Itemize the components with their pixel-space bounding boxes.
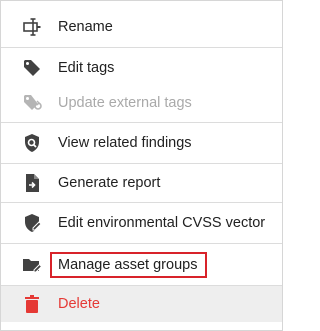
menu-item-label: Delete [58,296,100,312]
menu-item-generate-report[interactable]: Generate report [1,164,282,202]
menu-item-label: Edit tags [58,60,115,76]
menu-item-view-related-findings[interactable]: View related findings [1,123,282,163]
menu-item-label: Generate report [58,175,161,191]
menu-item-edit-environmental-cvss-vector[interactable]: Edit environmental CVSS vector [1,203,282,243]
menu-item-rename[interactable]: Rename [1,7,282,47]
shield-search-icon [22,133,42,153]
trash-icon [22,294,42,314]
menu-item-label: Edit environmental CVSS vector [58,215,266,231]
rename-icon [22,17,42,37]
menu-item-label: Update external tags [58,95,192,111]
menu-item-delete[interactable]: Delete [1,286,282,322]
tag-sync-icon [22,93,42,113]
tag-icon [22,58,42,78]
report-icon [22,173,42,193]
menu-item-label: View related findings [58,135,192,151]
menu-item-update-external-tags[interactable]: Update external tags [1,85,282,121]
menu-item-edit-tags[interactable]: Edit tags [1,48,282,88]
divider [1,243,282,244]
context-menu: Rename Edit tags Update external tags Vi… [0,0,283,331]
folder-edit-icon [22,255,42,275]
menu-item-label: Rename [58,19,113,35]
shield-edit-icon [22,213,42,233]
highlight-annotation-box [50,252,207,278]
